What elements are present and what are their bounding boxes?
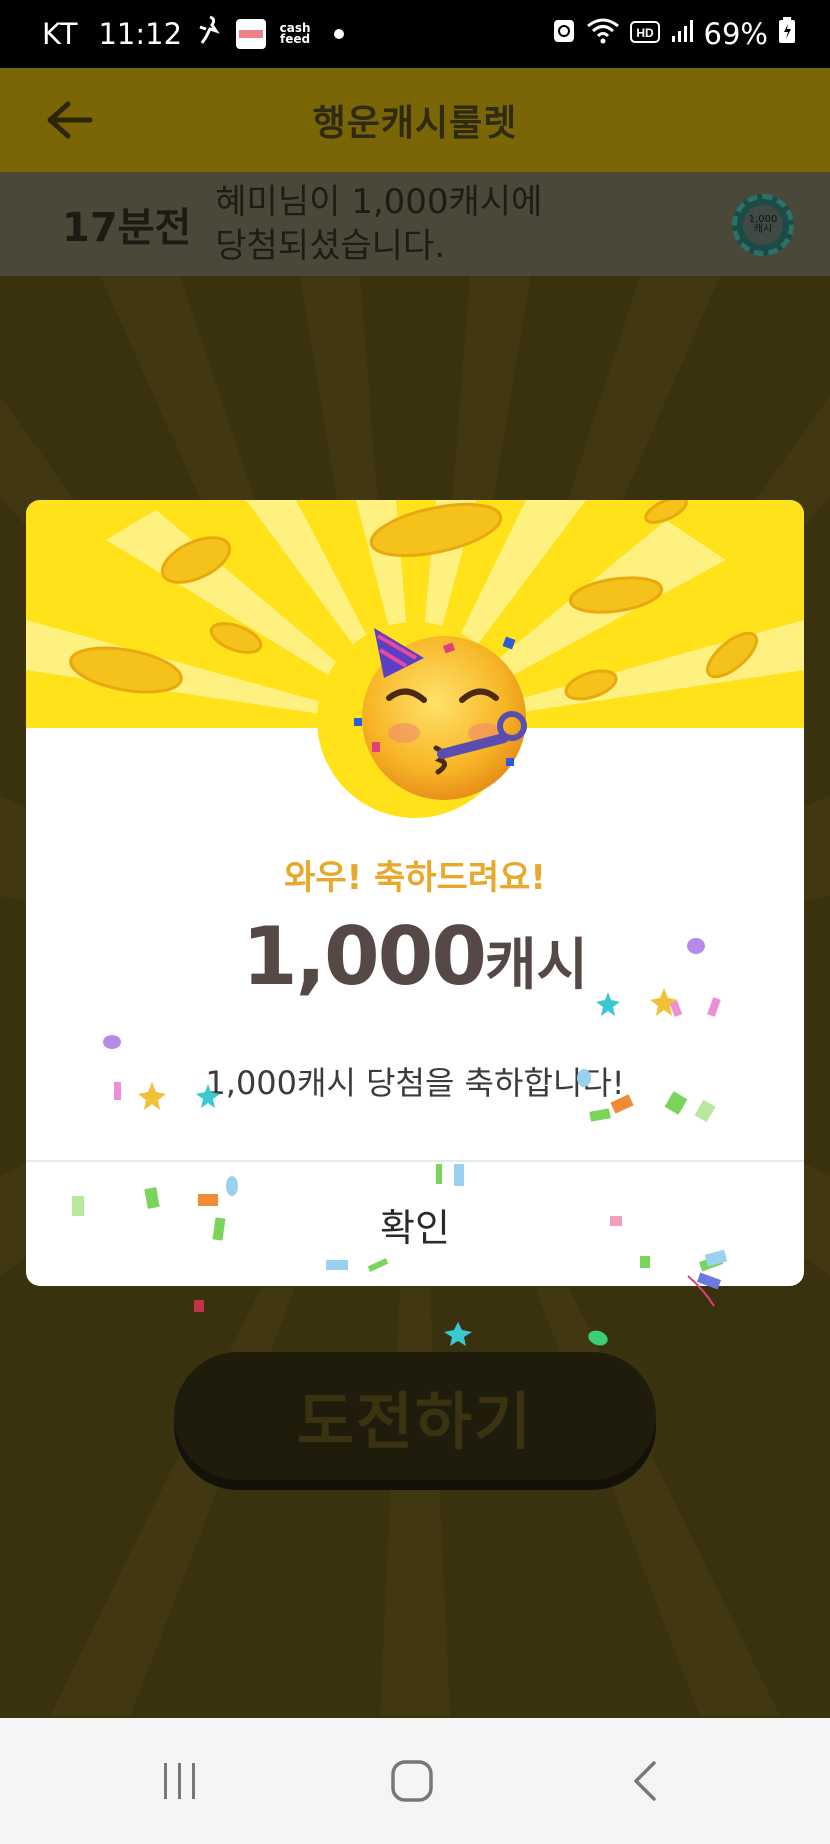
hd-icon: HD (629, 17, 660, 52)
page-title: 행운캐시룰렛 (312, 103, 518, 144)
notification-dot (334, 29, 345, 39)
winner-ticker: 17분전 혜미님이 1,000캐시에 당첨되셨습니다. 1,000 캐시 (0, 172, 830, 276)
app-header: 행운캐시룰렛 (0, 68, 830, 172)
home-icon (391, 1760, 433, 1802)
congrats-message: 1,000캐시 당첨을 축하합니다! (205, 1064, 625, 1102)
cashfeed-icon: cash feed (280, 19, 311, 49)
challenge-button[interactable]: 도전하기 (174, 1352, 656, 1480)
battery-icon (778, 16, 796, 52)
confirm-button[interactable]: 확인 (26, 1162, 804, 1286)
party-face-icon (354, 628, 527, 800)
recent-apps-button[interactable] (140, 1748, 220, 1814)
congrats-subtitle: 와우! 축하드려요! (284, 858, 546, 898)
ticker-time: 17분전 (62, 205, 192, 251)
win-dialog: 와우! 축하드려요! 1,000캐시 1,000캐시 당첨을 축하합니다! 확인 (26, 500, 804, 1286)
clock: 11:12 (98, 17, 183, 51)
system-back-button[interactable] (606, 1748, 686, 1814)
back-button[interactable] (44, 94, 96, 146)
ticker-message-line2: 당첨되셨습니다. (215, 226, 446, 266)
recent-apps-icon (164, 1763, 195, 1799)
prize-amount-unit: 캐시 (485, 933, 589, 998)
ticker-message-line1: 혜미님이 1,000캐시에 (215, 182, 543, 222)
ticker-message: 혜미님이 1,000캐시에 당첨되셨습니다. (215, 180, 542, 268)
prize-amount-value: 1,000 (241, 910, 487, 1003)
prize-amount: 1,000캐시 (26, 910, 804, 1003)
arrow-left-icon (47, 101, 93, 139)
confirm-label: 확인 (380, 1205, 450, 1250)
cash-chip-icon: 1,000 캐시 (732, 194, 794, 256)
carrier-label: KT (42, 17, 79, 51)
home-button[interactable] (372, 1748, 452, 1814)
system-nav-bar (0, 1718, 830, 1844)
wifi-icon (586, 16, 620, 52)
challenge-label: 도전하기 (296, 1385, 534, 1458)
chevron-left-icon (634, 1761, 656, 1801)
signal-icon (670, 17, 694, 52)
cash-chip-label: 1,000 캐시 (743, 205, 783, 245)
status-bar: KT 11:12 cash feed HD 69% (0, 0, 830, 68)
recycle-icon (552, 16, 576, 52)
lotte-icon (236, 19, 267, 49)
battery-percent: 69% (703, 17, 768, 51)
runner-icon (196, 15, 222, 53)
svg-text:HD: HD (636, 26, 654, 40)
